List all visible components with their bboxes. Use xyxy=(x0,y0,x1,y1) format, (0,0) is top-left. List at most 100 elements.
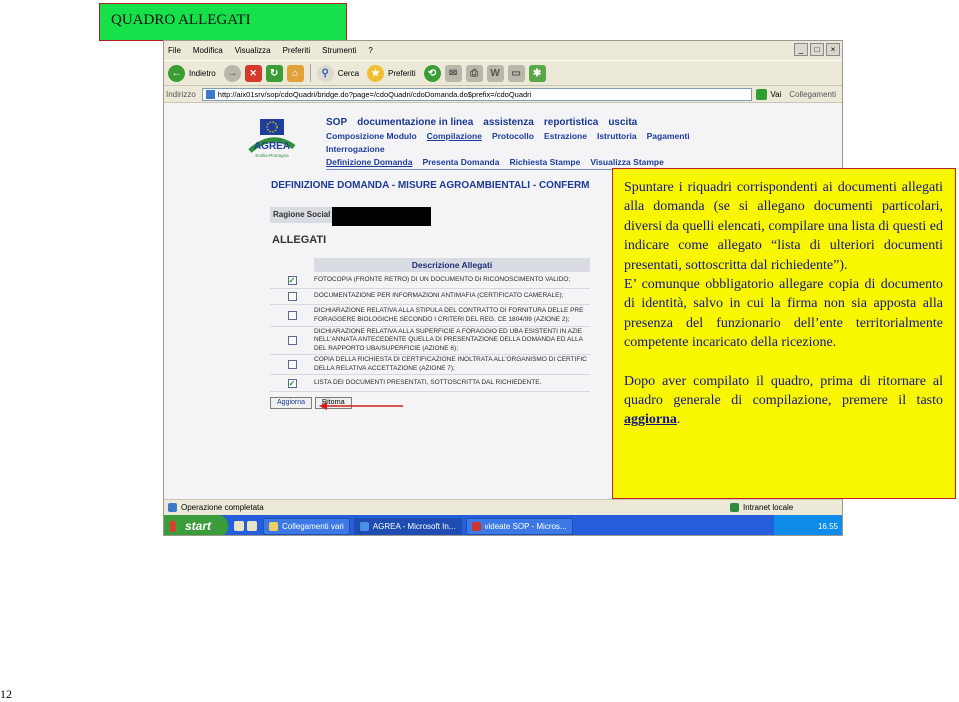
back-button-label[interactable]: Indietro xyxy=(189,69,216,78)
taskbar: start Collegamenti vari AGREA - Microsof… xyxy=(164,515,842,535)
maximize-icon[interactable]: □ xyxy=(810,43,824,56)
favorites-button-label[interactable]: Preferiti xyxy=(388,69,416,78)
intranet-zone-icon xyxy=(730,503,739,512)
menu-file[interactable]: File xyxy=(168,46,181,55)
nav-assistenza[interactable]: assistenza xyxy=(483,117,534,128)
attachment-checkbox[interactable]: ✓ xyxy=(287,378,297,388)
callout-paragraph: E’ comunque obbligatorio allegare copia … xyxy=(624,277,943,351)
quick-launch xyxy=(234,521,257,531)
powerpoint-icon xyxy=(471,521,481,531)
attachment-checkbox[interactable]: ✓ xyxy=(287,275,297,285)
security-zone: Intranet locale xyxy=(743,503,794,512)
taskbar-item[interactable]: videate SOP - Micros... xyxy=(465,517,573,535)
print-icon[interactable]: ⎙ xyxy=(465,64,483,82)
mail-icon[interactable]: ✉ xyxy=(444,64,462,82)
attachment-checkbox[interactable] xyxy=(287,360,297,369)
nav-presenta-domanda[interactable]: Presenta Domanda xyxy=(422,157,499,167)
history-icon[interactable]: ⟲ xyxy=(423,64,441,82)
page-icon xyxy=(205,89,215,99)
nav-pagamenti[interactable]: Pagamenti xyxy=(647,131,690,141)
nav-visualizza-stampe[interactable]: Visualizza Stampe xyxy=(590,157,664,167)
menu-help[interactable]: ? xyxy=(368,46,372,55)
nav-estrazione[interactable]: Estrazione xyxy=(544,131,587,141)
attachment-description: DOCUMENTAZIONE PER INFORMAZIONI ANTIMAFI… xyxy=(314,292,564,300)
address-url: http://aix01srv/sop/cdoQuadri/bridge.do?… xyxy=(217,89,532,99)
table-header: Descrizione Allegati xyxy=(314,258,590,272)
attachment-checkbox[interactable] xyxy=(287,292,297,301)
windows-logo-icon xyxy=(170,520,181,532)
agrea-logo-text: AGREA xyxy=(254,141,290,152)
attachments-table: Descrizione Allegati ✓ FOTOCOPIA (FRONTE… xyxy=(270,258,590,392)
status-text: Operazione completata xyxy=(181,503,264,512)
nav-documentazione[interactable]: documentazione in linea xyxy=(357,117,473,128)
minimize-icon[interactable]: _ xyxy=(794,43,808,56)
table-row: DICHIARAZIONE RELATIVA ALLA SUPERFICIE A… xyxy=(270,327,590,355)
links-toolbar[interactable]: Collegamenti xyxy=(789,90,836,99)
nav-istruttoria[interactable]: Istruttoria xyxy=(597,131,637,141)
start-button[interactable]: start xyxy=(164,515,228,535)
callout-spacer xyxy=(624,353,943,372)
agrea-logo-subtitle: Emilia-Romagna xyxy=(255,153,289,158)
ie-icon xyxy=(359,521,369,531)
attachment-description: DICHIARAZIONE RELATIVA ALLA STIPULA DEL … xyxy=(314,307,584,323)
attachment-checkbox[interactable] xyxy=(287,311,297,320)
section-title: ALLEGATI xyxy=(272,234,327,246)
taskbar-item[interactable]: AGREA - Microsoft In... xyxy=(353,517,462,535)
ragione-sociale-label: Ragione Social xyxy=(270,207,334,223)
quick-launch-icon[interactable] xyxy=(234,521,244,531)
pointer-arrow xyxy=(319,402,403,410)
callout-paragraph: Dopo aver compilato il quadro, prima di … xyxy=(624,372,943,430)
nav-compilazione[interactable]: Compilazione xyxy=(427,131,482,141)
discuss-icon[interactable]: ▭ xyxy=(507,64,525,82)
nav-definizione-domanda[interactable]: Definizione Domanda xyxy=(326,157,412,167)
instruction-callout: Spuntare i riquadri corrispondenti ai do… xyxy=(612,168,956,499)
menu-bar: File Modifica Visualizza Preferiti Strum… xyxy=(164,41,842,60)
table-row: DICHIARAZIONE RELATIVA ALLA STIPULA DEL … xyxy=(270,305,590,327)
taskbar-item-label: AGREA - Microsoft In... xyxy=(372,521,456,531)
nav-uscita[interactable]: uscita xyxy=(608,117,637,128)
attachment-checkbox[interactable] xyxy=(287,336,297,345)
menu-visualizza[interactable]: Visualizza xyxy=(235,46,271,55)
search-button-label[interactable]: Cerca xyxy=(338,69,359,78)
agrea-logo: AGREA Emilia-Romagna xyxy=(248,117,296,159)
table-row: DOCUMENTAZIONE PER INFORMAZIONI ANTIMAFI… xyxy=(270,289,590,305)
aggiorna-highlight: aggiorna xyxy=(624,412,677,428)
messenger-icon[interactable]: ✱ xyxy=(528,64,546,82)
go-arrow-icon[interactable] xyxy=(756,88,768,100)
menu-preferiti[interactable]: Preferiti xyxy=(283,46,311,55)
nav-composizione-modulo[interactable]: Composizione Modulo xyxy=(326,131,417,141)
address-input[interactable]: http://aix01srv/sop/cdoQuadri/bridge.do?… xyxy=(201,87,753,101)
nav-sop[interactable]: SOP xyxy=(326,117,347,128)
quick-launch-icon[interactable] xyxy=(247,521,257,531)
nav-reportistica[interactable]: reportistica xyxy=(544,117,598,128)
system-tray: 16.55 xyxy=(774,515,842,535)
forward-arrow-icon[interactable]: → xyxy=(223,64,241,82)
aggiorna-button[interactable]: Aggiorna xyxy=(270,397,313,409)
refresh-icon[interactable]: ↻ xyxy=(265,64,283,82)
callout-paragraph: Spuntare i riquadri corrispondenti ai do… xyxy=(624,180,943,273)
browser-toolbar: ← Indietro → ✕ ↻ ⌂ ⚲ Cerca ★ Preferiti ⟲… xyxy=(164,60,842,86)
stop-icon[interactable]: ✕ xyxy=(244,64,262,82)
attachment-description: FOTOCOPIA (FRONTE RETRO) DI UN DOCUMENTO… xyxy=(314,275,571,283)
menu-strumenti[interactable]: Strumenti xyxy=(322,46,356,55)
nav-protocollo[interactable]: Protocollo xyxy=(492,131,534,141)
edit-icon[interactable]: W xyxy=(486,64,504,82)
menu-modifica[interactable]: Modifica xyxy=(193,46,223,55)
folder-icon xyxy=(269,521,278,531)
taskbar-item-label: Collegamenti vari xyxy=(282,521,344,531)
taskbar-item[interactable]: Collegamenti vari xyxy=(263,517,350,535)
clock: 16.55 xyxy=(817,521,838,531)
page-number: 12 xyxy=(0,687,12,701)
address-label: Indirizzo xyxy=(166,89,196,99)
nav-richiesta-stampe[interactable]: Richiesta Stampe xyxy=(509,157,580,167)
back-arrow-icon[interactable]: ← xyxy=(168,64,185,82)
nav-interrogazione[interactable]: Interrogazione xyxy=(326,144,385,154)
go-button-label[interactable]: Vai xyxy=(770,90,781,99)
taskbar-item-label: videate SOP - Micros... xyxy=(484,521,567,531)
search-icon[interactable]: ⚲ xyxy=(316,64,334,82)
callout-text: Dopo aver compilato il quadro, prima di … xyxy=(624,373,943,409)
home-icon[interactable]: ⌂ xyxy=(286,64,304,82)
close-icon[interactable]: × xyxy=(826,43,840,56)
favorites-star-icon[interactable]: ★ xyxy=(367,64,385,82)
callout-text: . xyxy=(676,412,681,428)
